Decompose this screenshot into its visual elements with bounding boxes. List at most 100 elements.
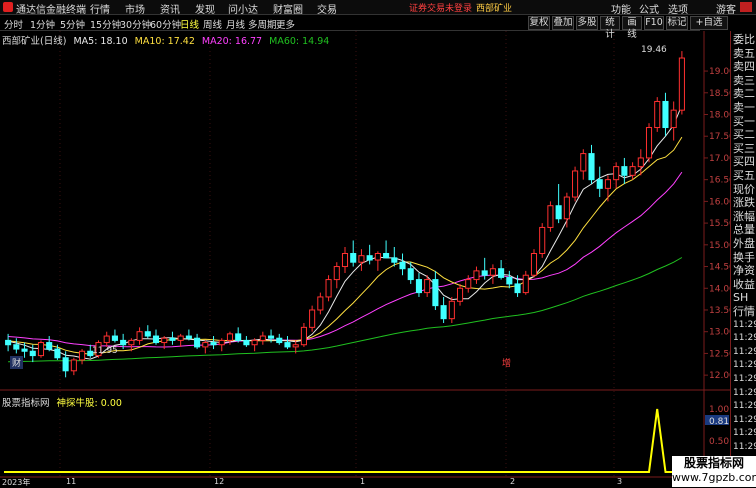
- candle-body[interactable]: [325, 279, 332, 298]
- tab-period-3[interactable]: 5分钟: [60, 17, 85, 31]
- candle-body[interactable]: [391, 257, 398, 263]
- candle-body[interactable]: [629, 166, 636, 176]
- candle-body[interactable]: [333, 266, 340, 281]
- candle-body[interactable]: [210, 342, 217, 346]
- candle-body[interactable]: [456, 287, 464, 302]
- candle-body[interactable]: [37, 342, 45, 357]
- menu-options[interactable]: 选项: [668, 1, 688, 16]
- menu-market[interactable]: 市场: [125, 1, 145, 16]
- candle-body[interactable]: [613, 166, 620, 181]
- tab-period-more[interactable]: 更多: [276, 17, 295, 31]
- candle-body[interactable]: [79, 350, 86, 361]
- tab-period-8[interactable]: 周线: [203, 17, 222, 31]
- candle-body[interactable]: [194, 337, 201, 348]
- candle-body[interactable]: [13, 344, 20, 350]
- candle-body[interactable]: [144, 331, 151, 337]
- candle-body[interactable]: [473, 270, 480, 281]
- candle-body[interactable]: [226, 333, 234, 341]
- kline-chart[interactable]: 19.00 18.50 18.00 17.50 17.00 16.50 16.00 15.50…: [0, 31, 730, 487]
- candle-body[interactable]: [588, 153, 595, 181]
- candle-body[interactable]: [424, 279, 431, 294]
- candle-body[interactable]: [399, 261, 406, 270]
- tool-draw-button[interactable]: 画线: [622, 16, 642, 40]
- menu-wealth[interactable]: 财富圈: [273, 1, 303, 16]
- guest-label[interactable]: 游客: [716, 1, 736, 16]
- candle-body[interactable]: [177, 335, 184, 341]
- candle-body[interactable]: [251, 339, 258, 346]
- menu-formula[interactable]: 公式: [639, 1, 659, 16]
- candle-body[interactable]: [268, 335, 275, 339]
- tab-period-9[interactable]: 月线: [226, 17, 245, 31]
- candle-body[interactable]: [366, 255, 373, 261]
- candle-body[interactable]: [670, 109, 677, 129]
- tag-zeng[interactable]: 增: [500, 356, 513, 369]
- candle-body[interactable]: [54, 348, 61, 359]
- candle-body[interactable]: [309, 309, 316, 328]
- candle-body[interactable]: [218, 339, 225, 346]
- candle-body[interactable]: [522, 274, 529, 294]
- candle-body[interactable]: [530, 253, 538, 276]
- candle-body[interactable]: [120, 339, 127, 346]
- candle-body[interactable]: [514, 283, 521, 294]
- candle-body[interactable]: [317, 296, 324, 311]
- candle-body[interactable]: [292, 344, 299, 348]
- candle-body[interactable]: [662, 100, 669, 129]
- tab-period-2[interactable]: 1分钟: [30, 17, 55, 31]
- candle-body[interactable]: [5, 339, 12, 346]
- candle-body[interactable]: [563, 196, 570, 220]
- candle-body[interactable]: [243, 339, 250, 346]
- add-watchlist-button[interactable]: +自选: [690, 16, 728, 30]
- login-notice[interactable]: 证券交易未登录 西部矿业: [409, 1, 512, 14]
- candle-body[interactable]: [276, 337, 283, 344]
- candle-body[interactable]: [539, 226, 546, 255]
- candle-body[interactable]: [300, 326, 307, 346]
- candle-body[interactable]: [465, 279, 472, 289]
- candle-body[interactable]: [21, 348, 28, 352]
- candle-body[interactable]: [481, 270, 488, 276]
- candle-body[interactable]: [654, 100, 661, 129]
- candle-body[interactable]: [432, 279, 439, 307]
- candle-body[interactable]: [202, 342, 209, 348]
- candle-body[interactable]: [152, 335, 160, 344]
- candle-body[interactable]: [678, 57, 685, 111]
- candle-body[interactable]: [161, 337, 168, 344]
- candle-body[interactable]: [580, 153, 587, 172]
- candle-body[interactable]: [29, 350, 36, 357]
- candle-body[interactable]: [62, 357, 69, 372]
- menu-news[interactable]: 资讯: [160, 1, 180, 16]
- candle-body[interactable]: [111, 335, 118, 341]
- candle-body[interactable]: [259, 335, 266, 341]
- candle-body[interactable]: [358, 255, 365, 263]
- candle-body[interactable]: [596, 179, 603, 189]
- candle-body[interactable]: [637, 157, 644, 168]
- candle-body[interactable]: [284, 342, 291, 348]
- tool-restore-rights-button[interactable]: 复权: [528, 16, 550, 30]
- tab-period-1[interactable]: 分时: [4, 17, 23, 31]
- tab-period-10[interactable]: 多周期: [248, 17, 277, 31]
- menu-discover[interactable]: 发现: [195, 1, 215, 16]
- tool-stats-button[interactable]: 统计: [600, 16, 620, 40]
- window-control-icon[interactable]: [740, 2, 752, 12]
- candle-body[interactable]: [489, 268, 496, 276]
- candle-body[interactable]: [70, 359, 77, 372]
- candle-body[interactable]: [572, 170, 579, 198]
- candle-body[interactable]: [506, 276, 513, 285]
- candle-body[interactable]: [169, 337, 176, 341]
- candle-body[interactable]: [103, 335, 110, 344]
- candle-body[interactable]: [374, 253, 381, 261]
- tag-cai[interactable]: 财: [10, 356, 24, 369]
- candle-body[interactable]: [383, 253, 390, 259]
- tab-period-6[interactable]: 60分钟: [150, 17, 181, 31]
- tool-f10-button[interactable]: F10: [644, 16, 664, 30]
- tool-mark-button[interactable]: 标记: [666, 16, 688, 30]
- menu-ask[interactable]: 问小达: [228, 1, 258, 16]
- candle-body[interactable]: [46, 342, 53, 350]
- candle-body[interactable]: [645, 127, 653, 159]
- candle-body[interactable]: [448, 300, 455, 320]
- candle-body[interactable]: [415, 279, 422, 294]
- candle-body[interactable]: [498, 268, 505, 278]
- candle-body[interactable]: [128, 339, 135, 346]
- candle-body[interactable]: [350, 253, 357, 263]
- tool-multi-stock-button[interactable]: 多股: [576, 16, 598, 30]
- tab-period-4[interactable]: 15分钟: [90, 17, 121, 31]
